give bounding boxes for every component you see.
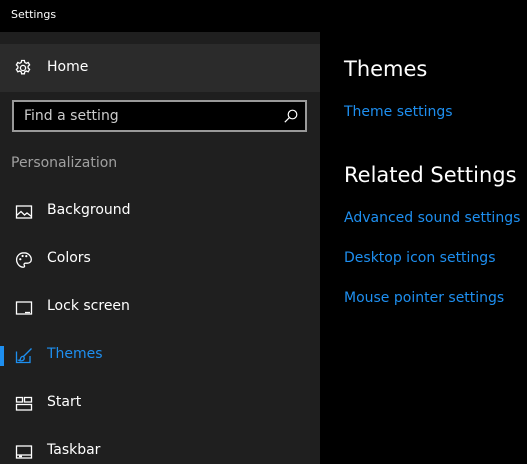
- themes-heading: Themes: [344, 57, 428, 81]
- sidebar-item-taskbar[interactable]: Taskbar: [0, 430, 320, 464]
- advanced-sound-settings-link[interactable]: Advanced sound settings: [344, 210, 520, 226]
- window-title: Settings: [11, 8, 57, 21]
- sidebar-item-label: Taskbar: [47, 442, 101, 458]
- settings-window: Settings Home Find a setting Personaliza…: [0, 0, 527, 464]
- search-icon[interactable]: [283, 108, 299, 124]
- sidebar-item-label: Lock screen: [47, 298, 130, 314]
- palette-icon: [15, 251, 33, 269]
- title-bar[interactable]: Settings: [0, 0, 527, 32]
- picture-icon: [15, 203, 33, 221]
- search-box: [12, 100, 307, 132]
- sidebar-item-label: Themes: [47, 346, 103, 362]
- sidebar-item-background[interactable]: Background: [0, 190, 320, 234]
- sidebar-item-start[interactable]: Start: [0, 382, 320, 426]
- sidebar-item-themes[interactable]: Themes: [0, 334, 320, 378]
- start-tiles-icon: [15, 395, 33, 413]
- theme-settings-link[interactable]: Theme settings: [344, 104, 453, 120]
- sidebar-item-lock-screen[interactable]: Lock screen: [0, 286, 320, 330]
- sidebar-item-colors[interactable]: Colors: [0, 238, 320, 282]
- main-content: Themes Theme settings Related Settings A…: [320, 32, 527, 464]
- taskbar-icon: [15, 443, 33, 461]
- section-label-personalization: Personalization: [11, 155, 118, 171]
- desktop-icon-settings-link[interactable]: Desktop icon settings: [344, 250, 496, 266]
- lock-screen-icon: [15, 299, 33, 317]
- themes-brush-icon: [15, 347, 33, 365]
- home-label: Home: [47, 59, 89, 75]
- mouse-pointer-settings-link[interactable]: Mouse pointer settings: [344, 290, 504, 306]
- home-button[interactable]: Home: [0, 44, 320, 92]
- sidebar-item-label: Background: [47, 202, 131, 218]
- active-indicator: [0, 346, 4, 366]
- sidebar-item-label: Start: [47, 394, 82, 410]
- gear-icon: [14, 59, 32, 77]
- related-settings-heading: Related Settings: [344, 163, 517, 187]
- search-input[interactable]: [14, 102, 284, 130]
- sidebar: Home Personalization: [0, 32, 320, 464]
- sidebar-item-label: Colors: [47, 250, 91, 266]
